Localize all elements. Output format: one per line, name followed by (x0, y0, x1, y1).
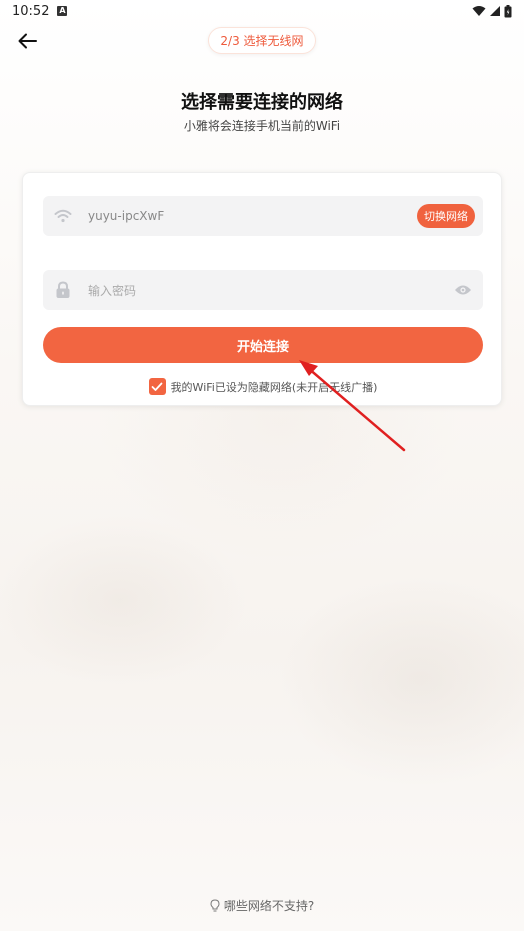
back-button[interactable] (14, 30, 42, 52)
wifi-form-card: yuyu-ipcXwF 切换网络 输入密码 开始连接 我的WiFi已设为隐藏网络… (22, 172, 502, 406)
notification-a-icon: A (57, 6, 68, 16)
hidden-network-option[interactable]: 我的WiFi已设为隐藏网络(未开启无线广播) (23, 378, 503, 395)
switch-network-button[interactable]: 切换网络 (417, 204, 475, 228)
start-connect-button[interactable]: 开始连接 (43, 327, 483, 363)
wifi-icon (53, 206, 73, 226)
password-input[interactable]: 输入密码 (88, 282, 453, 299)
battery-icon (504, 4, 512, 17)
lock-icon (53, 280, 73, 300)
password-field[interactable]: 输入密码 (43, 270, 483, 310)
cell-signal-icon (490, 6, 500, 16)
status-bar: 10:52 A (0, 0, 524, 22)
lightbulb-icon (210, 899, 220, 912)
checkmark-icon (151, 382, 163, 391)
step-label: 2/3 选择无线网 (220, 34, 304, 48)
step-indicator: 2/3 选择无线网 (208, 27, 316, 54)
back-arrow-icon (18, 33, 37, 49)
status-time: 10:52 (12, 3, 50, 19)
show-password-icon[interactable] (453, 280, 473, 300)
wifi-name-value: yuyu-ipcXwF (88, 209, 165, 223)
page-subtitle: 小雅将会连接手机当前的WiFi (183, 119, 341, 133)
help-label[interactable]: 哪些网络不支持? (224, 897, 314, 914)
hidden-network-label: 我的WiFi已设为隐藏网络(未开启无线广播) (170, 380, 378, 394)
unsupported-networks-help-link[interactable]: 哪些网络不支持? (0, 897, 524, 914)
wifi-name-field: yuyu-ipcXwF 切换网络 (43, 196, 483, 236)
page-title: 选择需要连接的网络 (181, 92, 343, 113)
hidden-network-checkbox[interactable] (148, 378, 166, 395)
wifi-signal-icon (472, 6, 486, 16)
page-background (0, 0, 524, 931)
